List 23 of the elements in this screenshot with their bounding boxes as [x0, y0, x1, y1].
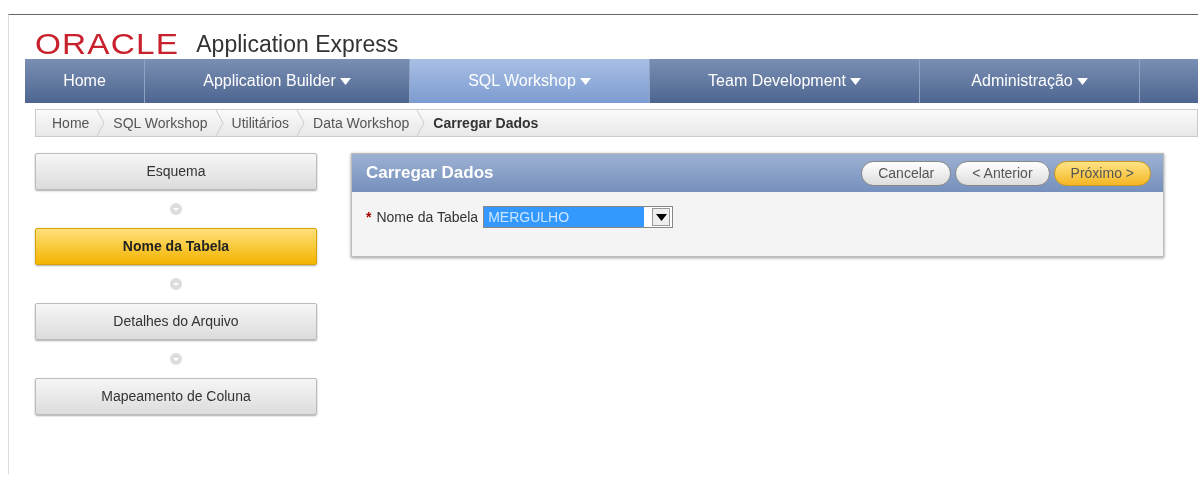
breadcrumb-link[interactable]: Data Workshop — [305, 112, 418, 134]
nav-tab[interactable]: Administração — [920, 59, 1140, 103]
wizard-step: Nome da Tabela — [35, 228, 317, 265]
step-connector-icon — [169, 202, 183, 216]
breadcrumb-link[interactable]: SQL Workshop — [105, 112, 216, 134]
breadcrumb-link[interactable]: Home — [44, 112, 98, 134]
wizard-step: Esquema — [35, 153, 317, 190]
step-connector-icon — [169, 352, 183, 366]
breadcrumb-link[interactable]: Utilitários — [223, 112, 298, 134]
caret-icon — [655, 213, 667, 221]
wizard-step: Detalhes do Arquivo — [35, 303, 317, 340]
step-connector-icon — [169, 277, 183, 291]
required-mark: * — [366, 207, 372, 227]
wizard-button[interactable]: Próximo > — [1053, 160, 1151, 186]
wizard-step: Mapeamento de Coluna — [35, 378, 317, 415]
logo: ORACLE — [35, 29, 180, 59]
region-title: Carregar Dados — [366, 162, 494, 185]
nav-tab[interactable]: Home — [25, 59, 145, 103]
field-label: Nome da Tabela — [376, 207, 479, 227]
product-title: Application Express — [196, 32, 399, 56]
nav-tab[interactable]: Team Development — [650, 59, 920, 103]
wizard-button[interactable]: Cancelar — [861, 160, 952, 186]
wizard-button[interactable]: < Anterior — [955, 160, 1050, 186]
